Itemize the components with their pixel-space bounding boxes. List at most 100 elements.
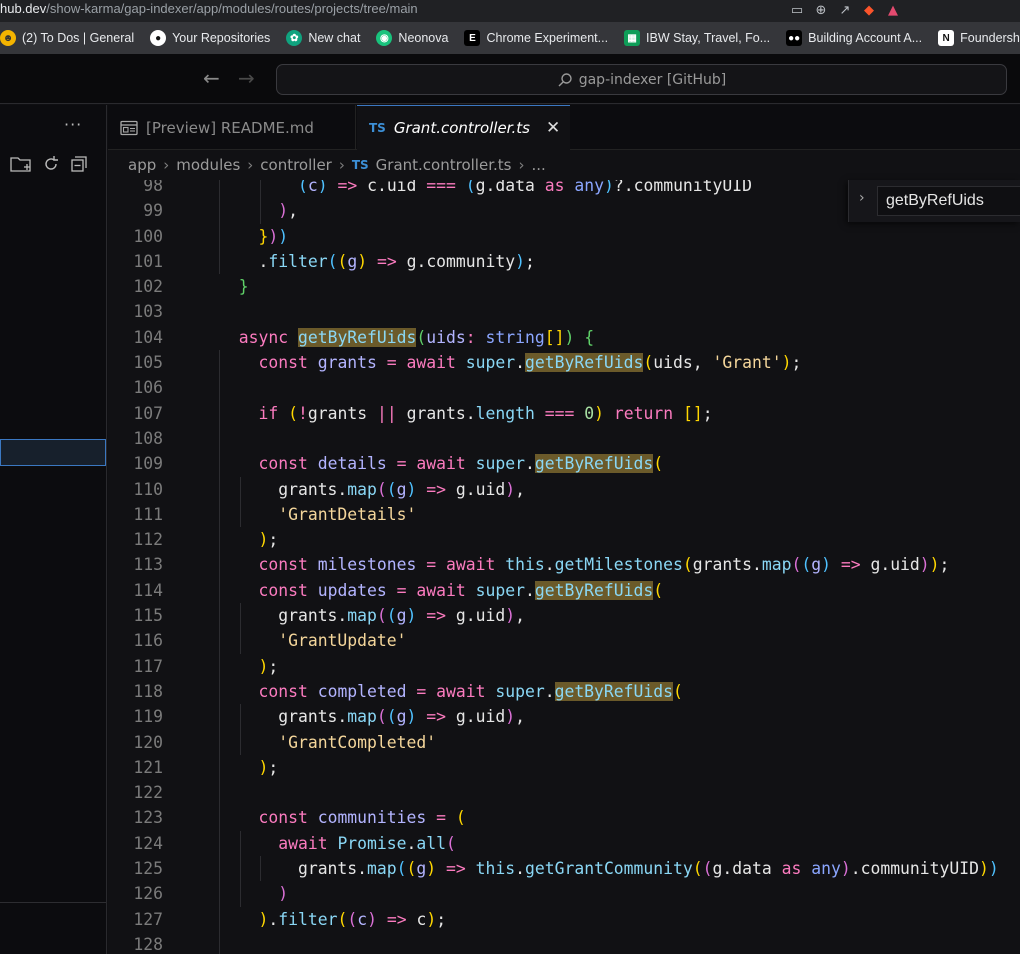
line-number: 117 <box>133 656 163 676</box>
code-text: if (!grants || grants.length === 0) retu… <box>258 403 713 423</box>
line-number: 118 <box>133 681 163 701</box>
bookmark-label: Foundership - Pro <box>960 31 1020 45</box>
code-text: ).filter((c) => c); <box>258 909 447 929</box>
collapse-all-icon[interactable] <box>70 155 88 173</box>
explorer-sidebar: ··· <box>0 105 107 954</box>
code-text: grants.map((g) => g.uid), <box>278 479 525 499</box>
bookmark-todos[interactable]: ☻ (2) To Dos | General <box>0 30 142 46</box>
line-number: 126 <box>133 884 163 904</box>
line-number: 101 <box>133 251 163 271</box>
code-line: 105 const grants = await super.getByRefU… <box>108 350 1020 376</box>
line-number: 123 <box>133 808 163 828</box>
code-line: 128 <box>108 931 1020 954</box>
explorer-actions <box>10 155 88 173</box>
share-icon[interactable]: ↗ <box>838 4 852 18</box>
line-number: 98 <box>143 180 163 195</box>
code-line: 108 <box>108 425 1020 452</box>
code-text: const completed = await super.getByRefUi… <box>258 681 683 701</box>
tab-readme-preview[interactable]: [Preview] README.md <box>108 105 356 150</box>
bookmark-repositories[interactable]: ● Your Repositories <box>142 30 278 46</box>
neonova-icon: ◉ <box>376 30 393 46</box>
selected-tree-item[interactable] <box>0 439 106 466</box>
zoom-icon[interactable]: ⊕ <box>814 4 828 18</box>
breadcrumb-item-app[interactable]: app <box>128 156 156 174</box>
line-number: 102 <box>133 277 163 297</box>
brave-rewards-icon[interactable]: ▲ <box>886 4 900 18</box>
preview-icon <box>120 120 138 135</box>
typescript-icon: TS <box>351 158 369 172</box>
bookmark-foundership[interactable]: N Foundership - Pro <box>930 30 1020 46</box>
bookmark-ibw[interactable]: ▦ IBW Stay, Travel, Fo... <box>616 30 778 46</box>
breadcrumb-item-symbol[interactable]: ... <box>531 156 545 174</box>
code-text: } <box>238 277 249 297</box>
command-center[interactable]: gap-indexer [GitHub] <box>276 64 1007 95</box>
line-number: 99 <box>143 201 163 221</box>
browser-url-bar[interactable]: hub.dev/show-karma/gap-indexer/app/modul… <box>0 0 1020 22</box>
find-input[interactable] <box>877 186 1020 216</box>
line-number: 112 <box>133 530 163 550</box>
code-text: (c) => c.uid === (g.data as any)?.commun… <box>297 180 753 195</box>
code-line: 100 })) <box>108 223 1020 249</box>
bookmark-new-chat[interactable]: ✿ New chat <box>278 30 368 46</box>
breadcrumb-item-controller[interactable]: controller <box>260 156 332 174</box>
code-text: const communities = ( <box>258 808 466 828</box>
code-text: ); <box>258 757 279 777</box>
line-number: 116 <box>133 631 163 651</box>
line-number: 121 <box>133 757 163 777</box>
refresh-icon[interactable] <box>42 155 60 173</box>
sheets-icon: ▦ <box>624 30 641 46</box>
code-line: 118 const completed = await super.getByR… <box>108 678 1020 705</box>
code-editor[interactable]: 98 (c) => c.uid === (g.data as any)?.com… <box>108 180 1020 954</box>
code-text: grants.map((g) => g.uid), <box>278 606 525 626</box>
line-number: 106 <box>133 378 163 398</box>
line-number: 109 <box>133 454 163 474</box>
line-number: 122 <box>133 783 163 803</box>
chevron-right-icon[interactable]: › <box>859 190 865 206</box>
bookmark-label: (2) To Dos | General <box>22 31 135 45</box>
breadcrumb-item-file[interactable]: Grant.controller.ts <box>376 156 512 174</box>
more-actions-icon[interactable]: ··· <box>64 115 82 134</box>
github-icon: ● <box>150 30 167 46</box>
close-icon[interactable]: ✕ <box>546 118 560 138</box>
bookmarks-bar: ☻ (2) To Dos | General ● Your Repositori… <box>0 22 1020 54</box>
bookmark-neonova[interactable]: ◉ Neonova <box>368 30 456 46</box>
breadcrumb-item-modules[interactable]: modules <box>176 156 240 174</box>
code-text: grants.map((g) => g.uid), <box>278 707 525 727</box>
back-arrow-icon[interactable]: ← <box>203 66 220 90</box>
line-number: 110 <box>133 479 163 499</box>
line-number: 125 <box>133 859 163 879</box>
openai-icon: ✿ <box>286 30 303 46</box>
code-text: ); <box>258 656 279 676</box>
forward-arrow-icon[interactable]: → <box>238 66 255 90</box>
code-line: 127 ).filter((c) => c); <box>108 906 1020 932</box>
code-text: ), <box>278 201 298 221</box>
line-number: 114 <box>133 580 163 600</box>
code-line: 107 if (!grants || grants.length === 0) … <box>108 400 1020 426</box>
code-line: 102 } <box>108 274 1020 299</box>
code-text: .filter((g) => g.community); <box>258 251 535 271</box>
notion-icon: N <box>938 30 955 46</box>
tab-grant-controller[interactable]: TS Grant.controller.ts ✕ <box>357 105 570 150</box>
code-text: 'GrantUpdate' <box>278 631 407 651</box>
chevron-right-icon: › <box>338 156 345 174</box>
code-text: 'GrantCompleted' <box>278 732 437 752</box>
code-line: 103 <box>108 299 1020 324</box>
cast-icon[interactable]: ▭ <box>790 4 804 18</box>
bookmark-label: Chrome Experiment... <box>486 31 609 45</box>
tab-label: [Preview] README.md <box>146 118 314 137</box>
url-text[interactable]: hub.dev/show-karma/gap-indexer/app/modul… <box>0 1 418 16</box>
code-text: })) <box>258 226 289 246</box>
code-text: async getByRefUids(uids: string[]) { <box>238 327 595 347</box>
bookmark-building-account[interactable]: ●● Building Account A... <box>778 30 930 46</box>
bookmark-chrome-experiment[interactable]: E Chrome Experiment... <box>456 30 616 46</box>
line-number: 119 <box>133 707 163 727</box>
line-number: 124 <box>133 833 163 853</box>
chevron-right-icon: › <box>518 156 525 174</box>
code-text: const details = await super.getByRefUids… <box>258 454 664 474</box>
code-line: 116 'GrantUpdate' <box>108 628 1020 654</box>
new-folder-icon[interactable] <box>10 155 32 173</box>
code-line: 120 'GrantCompleted' <box>108 729 1020 755</box>
brave-shield-icon[interactable]: ◆ <box>862 4 876 18</box>
code-line: 104 async getByRefUids(uids: string[]) { <box>108 325 1020 350</box>
line-number: 104 <box>133 327 163 347</box>
